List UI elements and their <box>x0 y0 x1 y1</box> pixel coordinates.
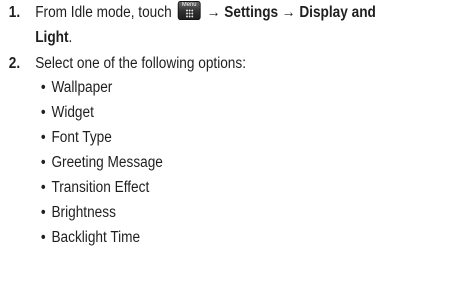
step-1-path-line-1: Settings → Display and <box>224 4 376 21</box>
step-1-line-2: Light. <box>0 30 440 50</box>
step-2-number: 2. <box>8 55 21 72</box>
bullet-icon: • <box>40 104 46 121</box>
step-1-line-1: 1. From Idle mode, touch Menu → Settings →… <box>0 1 440 25</box>
step-1-continuation: Light. <box>35 30 72 46</box>
menu-icon-label: Menu <box>181 2 197 9</box>
bullet-icon: • <box>40 154 46 171</box>
bullet-icon: • <box>40 79 46 96</box>
option-label: Widget <box>51 104 94 121</box>
step-2-text: Select one of the following options: <box>35 55 247 72</box>
step-1-suffix: . <box>68 29 73 46</box>
step-1-path-line-2: Light <box>35 29 69 46</box>
bullet-icon: • <box>40 179 46 196</box>
option-label: Backlight Time <box>51 229 141 246</box>
option-label: Greeting Message <box>51 154 163 171</box>
option-label: Font Type <box>51 129 112 146</box>
option-label: Wallpaper <box>51 79 113 96</box>
option-label: Transition Effect <box>51 179 150 196</box>
menu-icon: Menu <box>177 1 201 21</box>
bullet-icon: • <box>40 229 46 246</box>
instruction-document: 1. From Idle mode, touch Menu → Settings →… <box>0 0 450 308</box>
bullet-icon: • <box>40 204 46 221</box>
step-1-text: From Idle mode, touch Menu → Settings → Di… <box>35 1 376 21</box>
step-1-arrow: → <box>206 4 221 21</box>
step-2: 2. Select one of the following options: <box>0 56 440 76</box>
step-1-number: 1. <box>8 4 21 21</box>
option-label: Brightness <box>51 204 116 221</box>
grid-dots-icon <box>185 9 194 19</box>
bullet-icon: • <box>40 129 46 146</box>
step-1-prefix: From Idle mode, touch <box>35 4 172 21</box>
